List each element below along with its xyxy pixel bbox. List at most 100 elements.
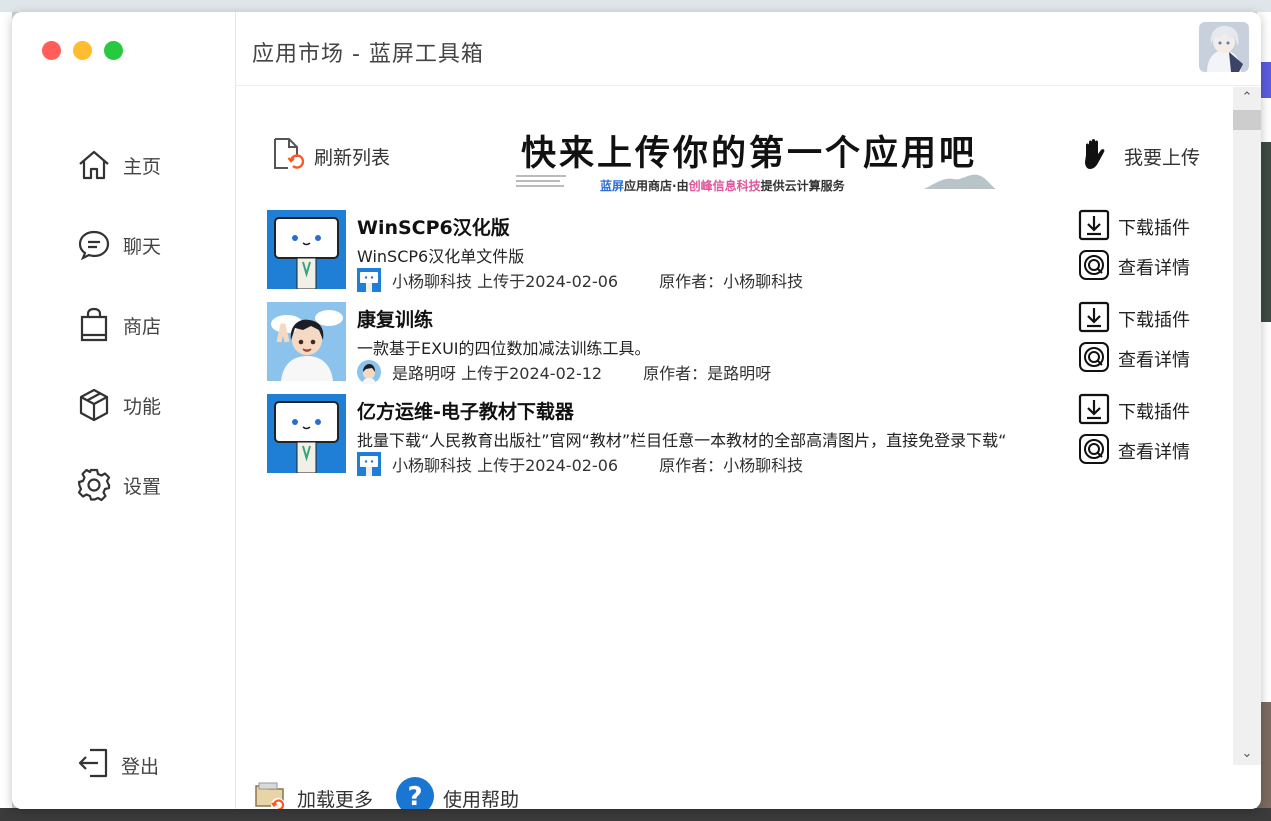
minimize-window-button[interactable] xyxy=(73,41,92,60)
app-thumbnail[interactable] xyxy=(267,210,346,289)
app-actions: 下载插件 查看详情 xyxy=(1078,209,1190,290)
sidebar-item-home[interactable]: 主页 xyxy=(76,145,161,185)
sidebar: 主页 聊天 商店 功能 设置 登出 xyxy=(12,12,236,809)
view-details-label: 查看详情 xyxy=(1118,442,1190,463)
svg-text:?: ? xyxy=(407,782,422,809)
sidebar-item-shop[interactable]: 商店 xyxy=(76,305,161,345)
view-details-button[interactable]: 查看详情 xyxy=(1078,342,1190,376)
desktop-left-strip xyxy=(0,12,12,821)
sidebar-item-chat[interactable]: 聊天 xyxy=(76,225,161,265)
app-meta: 小杨聊科技 上传于2024-02-06 原作者：小杨聊科技 xyxy=(357,452,803,476)
app-meta: 小杨聊科技 上传于2024-02-06 原作者：小杨聊科技 xyxy=(357,268,803,292)
magnifier-icon xyxy=(1078,433,1110,469)
logout-button[interactable]: 登出 xyxy=(76,746,159,784)
uploader-line: 小杨聊科技 上传于2024-02-06 xyxy=(392,456,619,475)
app-thumbnail[interactable] xyxy=(267,302,346,381)
load-more-label: 加载更多 xyxy=(297,788,374,810)
help-icon: ? xyxy=(395,776,435,809)
upload-label: 我要上传 xyxy=(1124,146,1201,169)
view-details-label: 查看详情 xyxy=(1118,258,1190,279)
logout-icon xyxy=(76,746,110,784)
app-meta: 是路明呀 上传于2024-02-12 原作者：是路明呀 xyxy=(357,360,771,384)
main-content: 刷新列表 快来上传你的第一个应用吧 蓝屏应用商店·由创峰信息科技提供云计算服务 … xyxy=(236,87,1233,809)
mountain-decoration xyxy=(924,174,996,189)
user-avatar[interactable] xyxy=(1199,22,1249,72)
list-item: 亿方运维-电子教材下载器 批量下载“人民教育出版社”官网“教材”栏目任意一本教材… xyxy=(267,393,1207,486)
view-details-label: 查看详情 xyxy=(1118,350,1190,371)
window-controls xyxy=(42,41,123,60)
folder-refresh-icon xyxy=(253,778,289,809)
download-icon xyxy=(1078,393,1110,429)
banner-subline: 蓝屏应用商店·由创峰信息科技提供云计算服务 xyxy=(600,179,845,193)
download-icon xyxy=(1078,301,1110,337)
download-plugin-button[interactable]: 下载插件 xyxy=(1078,393,1190,429)
uploader-line: 小杨聊科技 上传于2024-02-06 xyxy=(392,272,619,291)
sidebar-item-settings[interactable]: 设置 xyxy=(76,465,161,505)
author-line: 原作者：小杨聊科技 xyxy=(659,272,804,291)
help-label: 使用帮助 xyxy=(443,788,520,810)
list-item: WinSCP6汉化版 WinSCP6汉化单文件版 小杨聊科技 上传于2024-0… xyxy=(267,209,1207,302)
sidebar-item-label: 聊天 xyxy=(123,235,162,258)
uploader-avatar xyxy=(357,268,381,292)
refresh-list-label: 刷新列表 xyxy=(314,146,391,169)
logout-label: 登出 xyxy=(121,755,160,778)
app-thumbnail[interactable] xyxy=(267,394,346,473)
magnifier-icon xyxy=(1078,249,1110,285)
sidebar-nav: 主页 聊天 商店 功能 设置 xyxy=(76,145,161,545)
sidebar-item-features[interactable]: 功能 xyxy=(76,385,161,425)
download-plugin-button[interactable]: 下载插件 xyxy=(1078,209,1190,245)
uploader-line: 是路明呀 上传于2024-02-12 xyxy=(392,364,603,383)
help-button[interactable]: ? 使用帮助 xyxy=(395,776,519,809)
author-line: 原作者：是路明呀 xyxy=(643,364,772,383)
app-window: 主页 聊天 商店 功能 设置 登出 应用市场 - 蓝屏工具箱 刷新列表 快来上传… xyxy=(12,12,1261,809)
view-details-button[interactable]: 查看详情 xyxy=(1078,250,1190,284)
refresh-file-icon xyxy=(272,137,305,175)
app-actions: 下载插件 查看详情 xyxy=(1078,393,1190,474)
scroll-down-icon[interactable]: ⌄ xyxy=(1233,743,1261,765)
banner-headline: 快来上传你的第一个应用吧 xyxy=(520,133,977,174)
footer-actions: 加载更多 ? 使用帮助 xyxy=(253,776,541,809)
refresh-list-button[interactable]: 刷新列表 xyxy=(272,137,390,175)
upload-button[interactable]: 我要上传 xyxy=(1078,137,1200,175)
app-list: WinSCP6汉化版 WinSCP6汉化单文件版 小杨聊科技 上传于2024-0… xyxy=(267,209,1207,486)
download-plugin-label: 下载插件 xyxy=(1118,310,1190,331)
uploader-avatar xyxy=(357,452,381,476)
desktop-top-strip xyxy=(0,0,1271,12)
app-description: WinSCP6汉化单文件版 xyxy=(357,247,525,266)
uploader-avatar xyxy=(357,360,381,384)
download-plugin-label: 下载插件 xyxy=(1118,402,1190,423)
download-plugin-button[interactable]: 下载插件 xyxy=(1078,301,1190,337)
page-title: 应用市场 - 蓝屏工具箱 xyxy=(252,42,484,67)
sidebar-item-label: 设置 xyxy=(123,475,162,498)
desktop-bottom-strip xyxy=(0,808,1271,821)
list-item: 康复训练 一款基于EXUI的四位数加减法训练工具。 是路明呀 上传于2024-0… xyxy=(267,301,1207,394)
magnifier-icon xyxy=(1078,341,1110,377)
title-bar: 应用市场 - 蓝屏工具箱 xyxy=(236,12,1261,86)
download-plugin-label: 下载插件 xyxy=(1118,218,1190,239)
hand-icon xyxy=(1078,137,1112,175)
sidebar-item-label: 商店 xyxy=(123,315,162,338)
gear-icon xyxy=(76,467,112,503)
shopping-bag-icon xyxy=(76,307,112,343)
app-actions: 下载插件 查看详情 xyxy=(1078,301,1190,382)
view-details-button[interactable]: 查看详情 xyxy=(1078,434,1190,468)
chat-icon xyxy=(76,227,112,263)
sidebar-item-label: 主页 xyxy=(123,155,162,178)
scrollbar-thumb[interactable] xyxy=(1233,110,1261,130)
home-icon xyxy=(76,147,112,183)
app-description: 批量下载“人民教育出版社”官网“教材”栏目任意一本教材的全部高清图片，直接免登录… xyxy=(357,431,1007,450)
app-name[interactable]: WinSCP6汉化版 xyxy=(357,213,510,240)
close-window-button[interactable] xyxy=(42,41,61,60)
load-more-button[interactable]: 加载更多 xyxy=(253,778,373,809)
download-icon xyxy=(1078,209,1110,245)
vertical-scrollbar[interactable]: ⌃ ⌄ xyxy=(1233,87,1261,765)
maximize-window-button[interactable] xyxy=(104,41,123,60)
cube-icon xyxy=(76,387,112,423)
app-name[interactable]: 亿方运维-电子教材下载器 xyxy=(357,397,574,424)
banner-small-print xyxy=(516,173,570,191)
scroll-up-icon[interactable]: ⌃ xyxy=(1233,87,1261,109)
author-line: 原作者：小杨聊科技 xyxy=(659,456,804,475)
upload-banner: 快来上传你的第一个应用吧 蓝屏应用商店·由创峰信息科技提供云计算服务 xyxy=(504,125,996,195)
app-description: 一款基于EXUI的四位数加减法训练工具。 xyxy=(357,339,651,358)
app-name[interactable]: 康复训练 xyxy=(357,305,433,332)
